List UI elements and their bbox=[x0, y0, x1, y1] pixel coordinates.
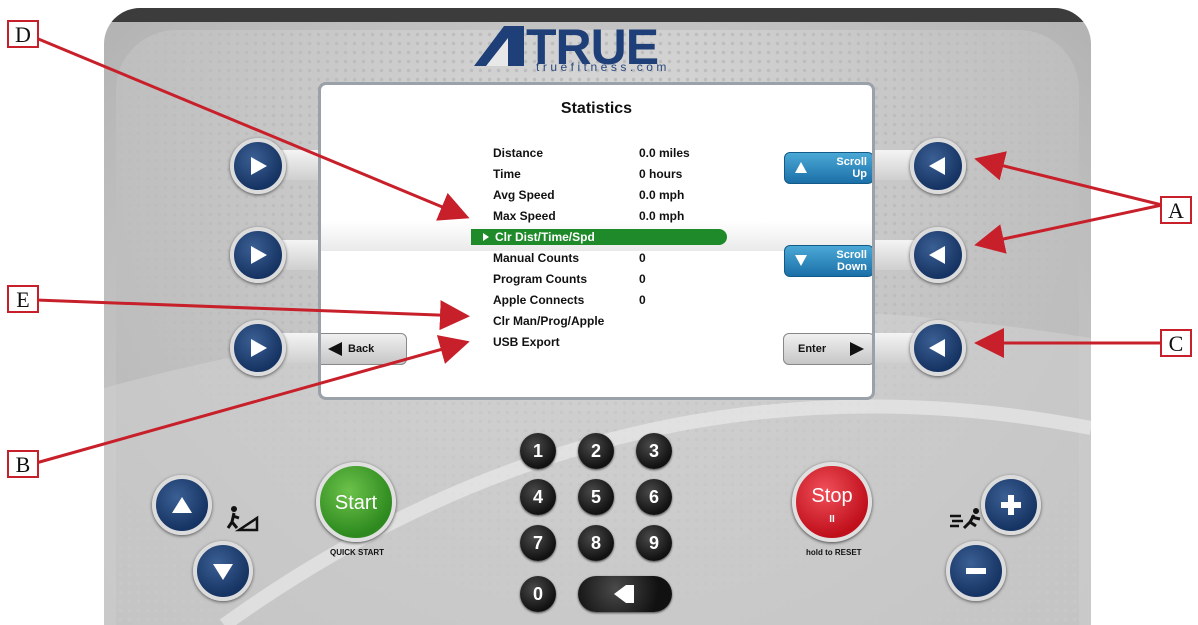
callout-lines bbox=[35, 36, 1163, 465]
callout-e: E bbox=[7, 285, 39, 313]
callout-c: C bbox=[1160, 329, 1192, 357]
callout-d: D bbox=[7, 20, 39, 48]
callout-b: B bbox=[7, 450, 39, 478]
callout-a: A bbox=[1160, 196, 1192, 224]
